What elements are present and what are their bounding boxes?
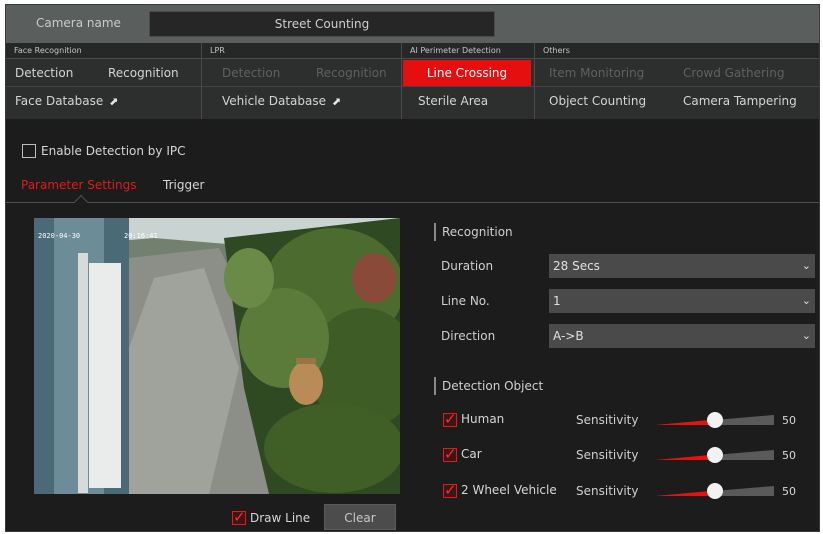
- human-sensitivity-slider[interactable]: [656, 412, 774, 428]
- car-label: Car: [461, 447, 482, 461]
- clear-button[interactable]: Clear: [324, 504, 396, 530]
- car-sensitivity-label: Sensitivity: [576, 448, 639, 462]
- enable-ipc-checkbox[interactable]: [22, 144, 36, 158]
- draw-line-checkbox[interactable]: [232, 508, 246, 526]
- subtab-caret-indicator: [73, 194, 89, 210]
- chevron-down-icon: ⌄: [801, 259, 811, 272]
- chevron-down-icon: ⌄: [801, 329, 811, 342]
- draw-line-label: Draw Line: [250, 511, 311, 525]
- face-recognition-header: Face Recognition: [6, 43, 201, 59]
- two-wheel-vehicle-sensitivity-label: Sensitivity: [576, 484, 639, 498]
- car-sensitivity-slider[interactable]: [656, 447, 774, 463]
- two-wheel-vehicle-sensitivity-value: 50: [782, 485, 796, 498]
- slider-knob[interactable]: [707, 412, 723, 428]
- tab-face-detection[interactable]: Detection: [15, 60, 73, 86]
- detection-object-section-header: Detection Object: [434, 377, 543, 395]
- slider-knob[interactable]: [707, 447, 723, 463]
- lpr-group: LPR Detection Recognition Vehicle Databa…: [201, 43, 401, 119]
- preview-time: 20:16:41: [124, 232, 158, 240]
- duration-label: Duration: [441, 259, 494, 273]
- tab-trigger[interactable]: Trigger: [163, 178, 204, 192]
- tab-crowd-gathering[interactable]: Crowd Gathering: [683, 60, 784, 86]
- others-group: Others Item Monitoring Crowd Gathering O…: [534, 43, 819, 119]
- camera-settings-window: Camera name Street Counting Face Recogni…: [5, 4, 820, 532]
- tab-parameter-settings[interactable]: Parameter Settings: [21, 178, 136, 192]
- recognition-section-header: Recognition: [434, 223, 513, 241]
- tab-face-recognition[interactable]: Recognition: [108, 60, 179, 86]
- tab-face-database[interactable]: Face Database ⬈: [15, 88, 118, 114]
- line-no-select[interactable]: 1 ⌄: [549, 289, 815, 313]
- tab-face-database-label: Face Database: [15, 94, 104, 108]
- car-checkbox[interactable]: [443, 445, 457, 463]
- human-label: Human: [461, 412, 505, 426]
- camera-name-label: Camera name: [36, 16, 121, 30]
- human-sensitivity-label: Sensitivity: [576, 413, 639, 427]
- direction-label: Direction: [441, 329, 496, 343]
- chevron-down-icon: ⌄: [801, 294, 811, 307]
- duration-value: 28 Secs: [553, 259, 600, 273]
- duration-select[interactable]: 28 Secs ⌄: [549, 254, 815, 278]
- function-tab-grid: Face Recognition Detection Recognition F…: [6, 43, 819, 119]
- camera-name-bar: Camera name Street Counting: [6, 5, 819, 43]
- two-wheel-vehicle-label: 2 Wheel Vehicle: [461, 483, 557, 497]
- two-wheel-vehicle-sensitivity-slider[interactable]: [656, 483, 774, 499]
- two-wheel-vehicle-checkbox[interactable]: [443, 481, 457, 499]
- tab-vehicle-database-label: Vehicle Database: [222, 94, 326, 108]
- tab-sterile-area[interactable]: Sterile Area: [418, 88, 488, 114]
- line-no-value: 1: [553, 294, 561, 308]
- line-no-label: Line No.: [441, 294, 490, 308]
- tab-lpr-recognition[interactable]: Recognition: [316, 60, 387, 86]
- human-sensitivity-value: 50: [782, 414, 796, 427]
- preview-date: 2020-04-30: [38, 232, 80, 240]
- ai-perimeter-group: AI Perimeter Detection Line Crossing Ste…: [401, 43, 534, 119]
- lpr-header: LPR: [202, 43, 401, 59]
- tab-object-counting[interactable]: Object Counting: [549, 88, 646, 114]
- camera-name-field[interactable]: Street Counting: [149, 11, 495, 37]
- external-link-icon: ⬈: [332, 95, 342, 108]
- camera-preview[interactable]: 2020-04-30 20:16:41: [34, 218, 400, 494]
- subtab-underline: [6, 202, 819, 203]
- tab-item-monitoring[interactable]: Item Monitoring: [549, 60, 644, 86]
- direction-select[interactable]: A->B ⌄: [549, 324, 815, 348]
- tab-camera-tampering[interactable]: Camera Tampering: [683, 88, 797, 114]
- slider-knob[interactable]: [707, 483, 723, 499]
- external-link-icon: ⬈: [109, 95, 119, 108]
- tab-lpr-detection[interactable]: Detection: [222, 60, 280, 86]
- car-sensitivity-value: 50: [782, 449, 796, 462]
- camera-scene: 2020-04-30 20:16:41: [34, 218, 400, 494]
- ai-perimeter-header: AI Perimeter Detection: [402, 43, 534, 59]
- others-header: Others: [535, 43, 819, 59]
- tab-line-crossing[interactable]: Line Crossing: [403, 60, 531, 86]
- tab-vehicle-database[interactable]: Vehicle Database ⬈: [222, 88, 341, 114]
- enable-ipc-label: Enable Detection by IPC: [41, 144, 186, 158]
- human-checkbox[interactable]: [443, 410, 457, 428]
- direction-value: A->B: [553, 329, 584, 343]
- face-recognition-group: Face Recognition Detection Recognition F…: [6, 43, 201, 119]
